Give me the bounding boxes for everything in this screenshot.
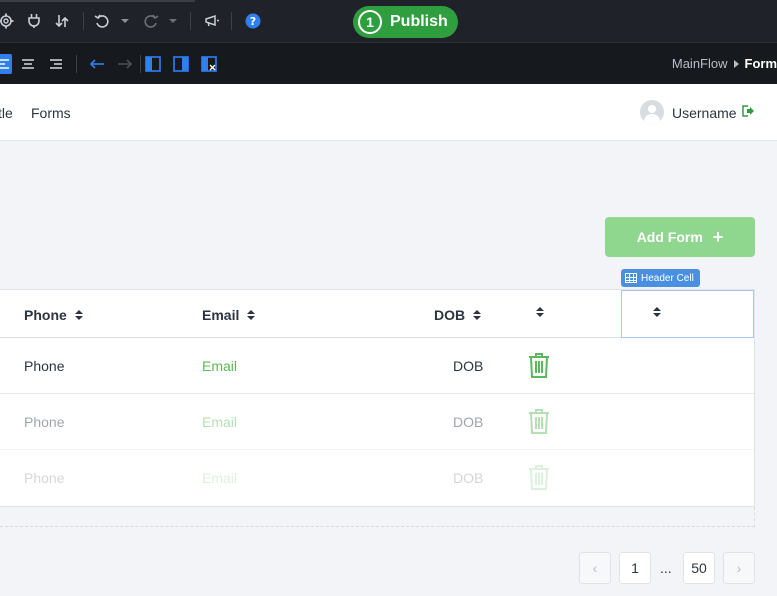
sort-icon	[473, 310, 482, 320]
column-header-email[interactable]: Email	[202, 307, 256, 323]
editor-toolbar: MainFlow Form	[0, 42, 777, 84]
breadcrumb-parent[interactable]: MainFlow	[672, 56, 728, 71]
header-cell-badge-label: Header Cell	[641, 272, 694, 284]
redo-dropdown-icon[interactable]	[164, 11, 182, 31]
cell-email[interactable]: Email	[202, 414, 237, 430]
breadcrumb-current: Form	[744, 56, 777, 71]
trash-icon[interactable]	[528, 352, 550, 378]
trash-icon[interactable]	[528, 464, 550, 490]
cell-email[interactable]: Email	[202, 358, 237, 374]
breadcrumb: MainFlow Form	[672, 56, 777, 71]
redo-icon[interactable]	[142, 11, 160, 31]
forms-table: Phone Email DOB Phone Email DOB Phone Em…	[0, 289, 755, 507]
table-footer-dropzone	[0, 507, 755, 527]
selected-header-cell[interactable]	[621, 290, 754, 338]
sort-icon[interactable]	[53, 11, 71, 31]
breadcrumb-separator-icon	[733, 59, 739, 68]
publish-label: Publish	[390, 13, 448, 30]
publish-button[interactable]: 1 Publish	[353, 6, 458, 38]
pagination-next-button[interactable]: ›	[723, 552, 755, 584]
column-header-phone[interactable]: Phone	[24, 307, 83, 323]
sort-icon	[74, 310, 83, 320]
publish-count-badge: 1	[358, 10, 382, 34]
panel-left-icon[interactable]	[144, 54, 162, 74]
sort-icon	[247, 310, 256, 320]
column-header-label: DOB	[434, 307, 466, 323]
plug-icon[interactable]	[25, 11, 43, 31]
table-row[interactable]: Phone Email DOB	[0, 450, 754, 506]
align-center-icon[interactable]	[19, 54, 37, 74]
panel-close-icon[interactable]	[200, 54, 218, 74]
cell-dob: DOB	[453, 358, 484, 374]
trash-icon[interactable]	[528, 408, 550, 434]
plus-icon: +	[712, 226, 724, 247]
cell-phone: Phone	[24, 470, 65, 486]
cell-email[interactable]: Email	[202, 470, 237, 486]
column-header-extra[interactable]	[653, 307, 661, 317]
pagination-page-first[interactable]: 1	[619, 552, 651, 584]
column-header-label: Email	[202, 307, 240, 323]
table-header-row: Phone Email DOB	[0, 290, 754, 338]
nav-link-forms[interactable]: Forms	[31, 105, 71, 121]
cell-phone: Phone	[24, 414, 65, 430]
add-form-label: Add Form	[636, 229, 703, 245]
pagination-ellipsis: ...	[660, 560, 672, 576]
top-toolbar: ? 1 Publish	[0, 0, 777, 42]
sort-icon	[653, 307, 661, 317]
column-header-dob[interactable]: DOB	[434, 307, 482, 323]
tab-indicator	[0, 0, 195, 2]
align-left-icon[interactable]	[0, 54, 12, 74]
megaphone-icon[interactable]	[203, 11, 221, 31]
header-cell-badge[interactable]: Header Cell	[621, 269, 700, 287]
cell-dob: DOB	[453, 470, 484, 486]
app-navbar: tle Forms Username	[0, 84, 777, 141]
avatar[interactable]	[640, 100, 664, 124]
logout-icon[interactable]	[741, 104, 755, 120]
undo-dropdown-icon[interactable]	[116, 11, 134, 31]
cell-phone: Phone	[24, 358, 65, 374]
cell-dob: DOB	[453, 414, 484, 430]
table-icon	[625, 273, 637, 283]
table-row[interactable]: Phone Email DOB	[0, 394, 754, 450]
nav-link-title[interactable]: tle	[0, 105, 13, 121]
column-header-label: Phone	[24, 307, 67, 323]
add-form-button[interactable]: Add Form +	[605, 217, 755, 257]
panel-right-icon[interactable]	[172, 54, 190, 74]
settings-icon[interactable]	[0, 11, 15, 31]
arrow-right-icon[interactable]	[116, 54, 134, 74]
sort-icon	[536, 307, 544, 317]
undo-icon[interactable]	[93, 11, 111, 31]
align-right-icon[interactable]	[47, 54, 65, 74]
column-header-actions[interactable]	[536, 307, 544, 317]
table-row[interactable]: Phone Email DOB	[0, 338, 754, 394]
pagination-prev-button[interactable]: ‹	[579, 552, 611, 584]
arrow-left-icon[interactable]	[88, 54, 106, 74]
svg-text:?: ?	[250, 15, 256, 28]
help-icon[interactable]: ?	[244, 11, 262, 31]
pagination-page-last[interactable]: 50	[683, 552, 715, 584]
username-label[interactable]: Username	[672, 105, 737, 121]
